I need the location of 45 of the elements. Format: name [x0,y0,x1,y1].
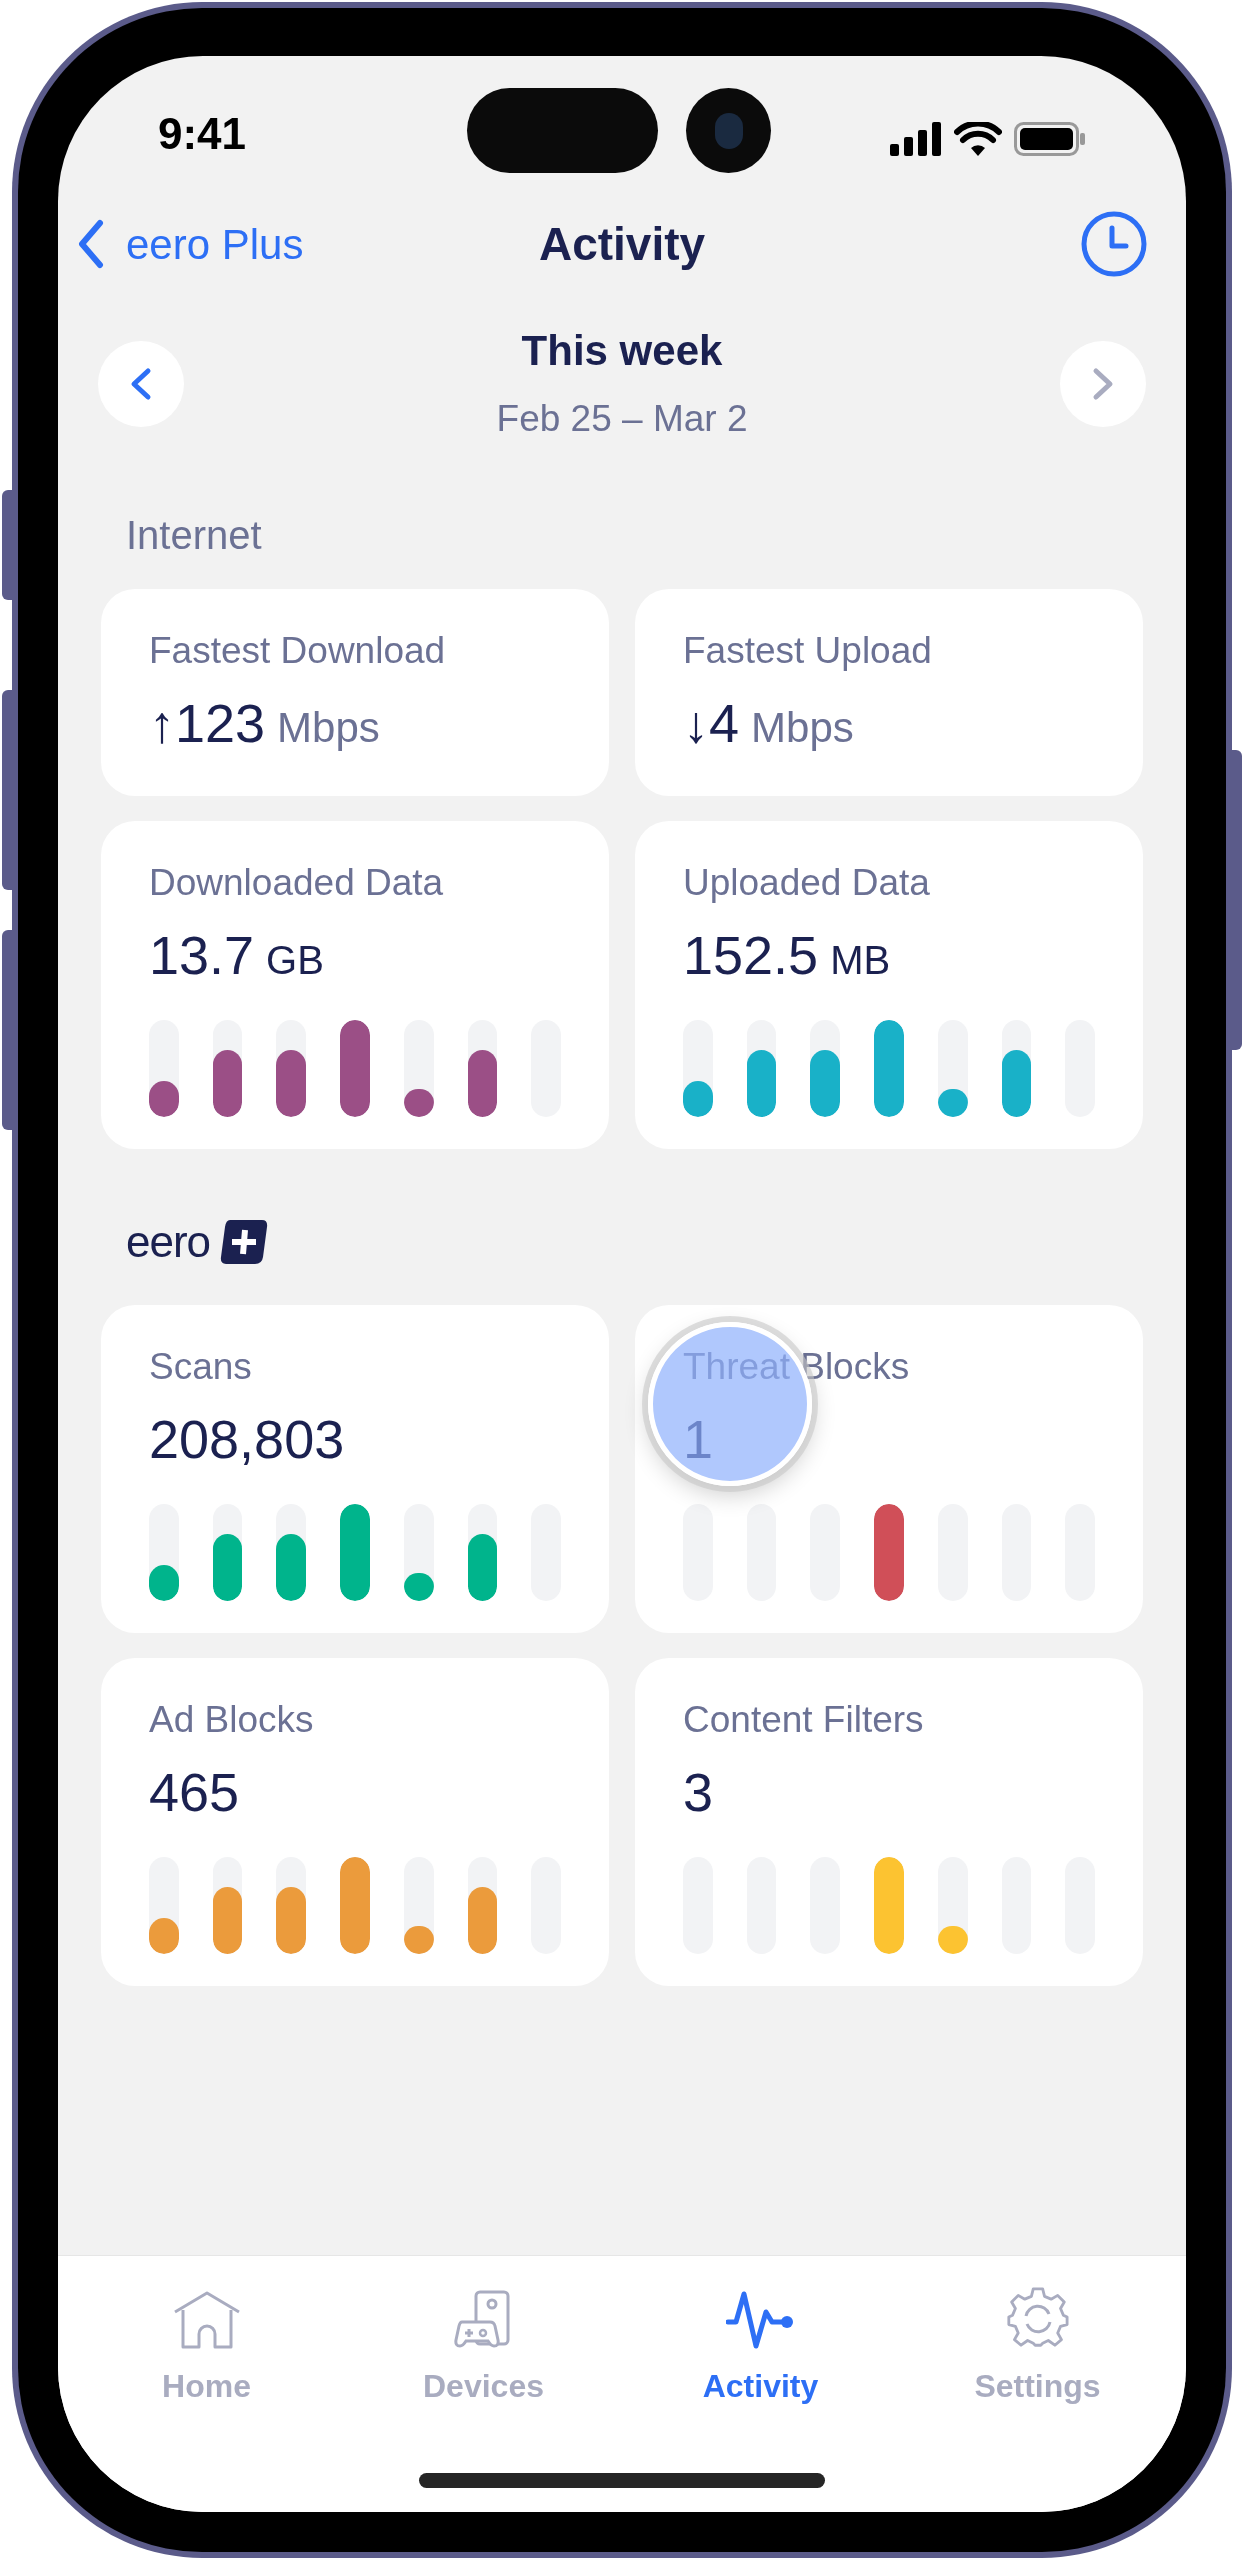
activity-icon [725,2290,796,2350]
stat-label: Fastest Download [149,629,447,673]
stat-value: 4 [709,693,740,753]
tab-button[interactable]: Activity [660,2280,861,2410]
stat-value: 208,803 [149,1409,345,1469]
stat-unit: Mbps [277,703,380,753]
stat-value: 152.5 [683,925,819,985]
plus-badge-icon [220,1220,269,1264]
stat-unit: GB [266,937,324,984]
wifi-icon [954,122,1002,156]
clock-icon [1080,210,1148,278]
section-heading: Internet [125,512,263,559]
stat-card[interactable]: Fastest Download ↑123 Mbps [101,589,609,796]
stat-value: 123 [175,693,266,753]
stat-label: Ad Blocks [149,1698,315,1742]
stat-card[interactable]: Ad Blocks 465 [101,1658,609,1986]
stat-card[interactable]: Content Filters 3 [635,1658,1143,1986]
stat-card[interactable]: Downloaded Data 13.7 GB [101,821,609,1149]
status-time: 9:41 [158,112,247,156]
logo-wordmark: eero [126,1222,211,1262]
back-button[interactable]: eero Plus [78,212,304,276]
stat-label: Fastest Upload [683,629,933,673]
stat-card[interactable]: Fastest Upload ↓4 Mbps [635,589,1143,796]
arrow-glyph: ↓ [683,694,709,754]
stat-label: Downloaded Data [149,861,445,905]
history-button[interactable] [1080,210,1148,278]
battery-icon [1014,122,1086,156]
stat-label: Uploaded Data [683,861,931,905]
date-range: Feb 25 – Mar 2 [496,397,748,441]
stat-card[interactable]: Uploaded Data 152.5 MB [635,821,1143,1149]
settings-icon [1005,2286,1070,2350]
stat-unit: Mbps [751,703,854,753]
screen-title: Activity [538,216,706,272]
stat-label: Content Filters [683,1698,925,1742]
stat-value: 3 [683,1762,714,1822]
stat-value: 1 [683,1409,714,1469]
stat-card[interactable]: Scans 208,803 [101,1305,609,1633]
signal-icon [890,122,942,156]
stat-value: 465 [149,1762,240,1822]
stat-unit: MB [830,937,891,984]
period-title: This week [521,326,723,376]
chevron-left-icon [78,219,104,269]
stat-label: Scans [149,1345,253,1389]
arrow-glyph: ↑ [149,694,175,754]
stat-value: 13.7 [149,925,255,985]
